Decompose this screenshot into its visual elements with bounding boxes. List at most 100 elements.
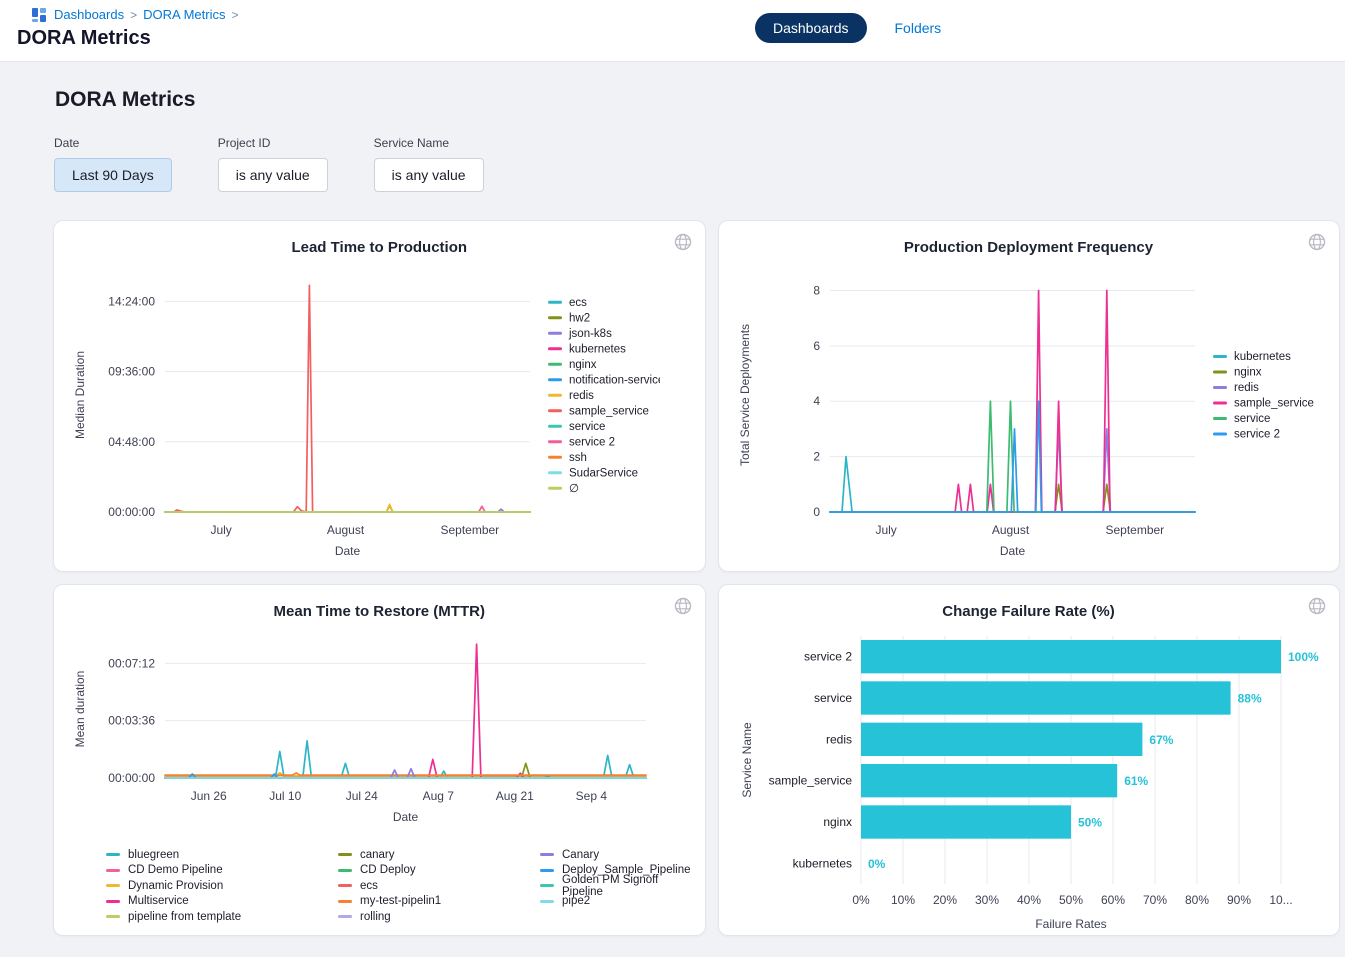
- x-axis-title: Date: [999, 544, 1025, 558]
- legend-label: sample_service: [569, 405, 649, 417]
- legend-label: ecs: [569, 297, 587, 309]
- bar-value-label: 100%: [1288, 650, 1319, 664]
- legend-label: bluegreen: [128, 849, 179, 861]
- legend-item[interactable]: pipeline from template: [106, 909, 338, 925]
- legend-item[interactable]: redis: [548, 390, 594, 402]
- legend-item[interactable]: service 2: [548, 436, 615, 448]
- legend-swatch: [548, 378, 562, 381]
- legend-label: Canary: [562, 849, 599, 861]
- bar-chart-svg: 0%10%20%30%40%50%60%70%80%90%10...servic…: [733, 626, 1325, 934]
- legend-label: Dynamic Provision: [128, 880, 223, 892]
- bar-service 2[interactable]: [861, 640, 1281, 673]
- legend-swatch: [540, 853, 554, 856]
- legend-item[interactable]: sample_service: [548, 405, 649, 417]
- panel-grid: Lead Time to Production 00:00:0004:48:00…: [53, 220, 1313, 936]
- legend-swatch: [548, 363, 562, 366]
- legend-item[interactable]: pipe2: [540, 894, 691, 910]
- legend-item[interactable]: Multiservice: [106, 894, 338, 910]
- legend-item[interactable]: SudarService: [548, 467, 638, 479]
- globe-icon-circle: [675, 599, 690, 614]
- legend-item[interactable]: ssh: [548, 452, 587, 464]
- legend-item[interactable]: canary: [338, 847, 540, 863]
- globe-icon-circle: [1309, 599, 1324, 614]
- x-axis-title: Date: [335, 544, 361, 558]
- legend-item[interactable]: ecs: [548, 297, 587, 309]
- legend-item[interactable]: rolling: [338, 909, 540, 925]
- legend-swatch: [548, 440, 562, 443]
- legend-item[interactable]: kubernetes: [548, 343, 626, 355]
- page-title: DORA Metrics: [17, 27, 1345, 50]
- x-tick-label: 40%: [1016, 893, 1040, 907]
- legend-label: service: [1234, 413, 1270, 425]
- legend-label: hw2: [569, 312, 590, 324]
- legend-label: pipeline from template: [128, 911, 241, 923]
- globe-icon[interactable]: [673, 596, 693, 616]
- tab-dashboards[interactable]: Dashboards: [755, 13, 867, 43]
- bar-service[interactable]: [861, 681, 1231, 714]
- filter-service-name-label: Service Name: [374, 136, 484, 150]
- legend-swatch: [106, 869, 120, 872]
- breadcrumb-dashboards-link[interactable]: Dashboards: [54, 7, 124, 22]
- legend-label: nginx: [1234, 367, 1262, 379]
- bar-sample_service[interactable]: [861, 764, 1117, 797]
- globe-icon-circle: [675, 235, 690, 250]
- legend-label: pipe2: [562, 895, 590, 907]
- globe-icon[interactable]: [1307, 232, 1327, 252]
- bar-nginx[interactable]: [861, 805, 1071, 838]
- legend-label: SudarService: [569, 467, 638, 479]
- legend-item[interactable]: hw2: [548, 312, 590, 324]
- legend-item[interactable]: Canary: [540, 847, 691, 863]
- legend-swatch: [548, 409, 562, 412]
- series-line-Multiservice: [165, 644, 646, 778]
- legend-swatch: [548, 425, 562, 428]
- tab-folders[interactable]: Folders: [895, 20, 942, 36]
- legend-label: redis: [1234, 382, 1259, 394]
- legend-swatch: [338, 900, 352, 903]
- x-tick-label: Jul 10: [269, 789, 301, 803]
- legend-label: service 2: [569, 436, 615, 448]
- y-axis-title: Total Service Deployments: [738, 324, 752, 466]
- legend-item[interactable]: Golden PM Signoff Pipeline: [540, 878, 691, 894]
- legend-swatch: [540, 869, 554, 872]
- legend-item[interactable]: Dynamic Provision: [106, 878, 338, 894]
- legend-item[interactable]: CD Demo Pipeline: [106, 863, 338, 879]
- legend-item[interactable]: redis: [1213, 382, 1259, 394]
- legend-item[interactable]: service: [548, 421, 605, 433]
- legend-item[interactable]: nginx: [1213, 367, 1262, 379]
- filter-project-id-value-button[interactable]: is any value: [218, 158, 328, 192]
- panel-mttr: Mean Time to Restore (MTTR) 00:00:0000:0…: [53, 584, 706, 936]
- x-tick-label: 10...: [1269, 893, 1292, 907]
- legend-item[interactable]: json-k8s: [548, 328, 612, 340]
- legend-item[interactable]: my-test-pipelin1: [338, 894, 540, 910]
- legend-item[interactable]: notification-service: [548, 374, 660, 386]
- legend-item[interactable]: nginx: [548, 359, 597, 371]
- filter-date-value-button[interactable]: Last 90 Days: [54, 158, 172, 192]
- legend-item[interactable]: bluegreen: [106, 847, 338, 863]
- legend-item[interactable]: kubernetes: [1213, 351, 1291, 363]
- legend-label: redis: [569, 390, 594, 402]
- legend-swatch: [548, 347, 562, 350]
- bar-redis[interactable]: [861, 723, 1142, 756]
- globe-icon[interactable]: [673, 232, 693, 252]
- legend-item[interactable]: ecs: [338, 878, 540, 894]
- legend-item[interactable]: ∅: [548, 483, 579, 495]
- legend-item[interactable]: service 2: [1213, 429, 1280, 441]
- legend-item[interactable]: service: [1213, 413, 1270, 425]
- legend-swatch: [1213, 386, 1227, 389]
- globe-icon[interactable]: [1307, 596, 1327, 616]
- legend-label: ∅: [569, 483, 579, 495]
- mttr-legend: bluegreen CD Demo PipelineDynamic Provisi…: [68, 847, 691, 925]
- x-axis-title: Failure Rates: [1035, 917, 1106, 931]
- filter-service-name-value-button[interactable]: is any value: [374, 158, 484, 192]
- legend-item[interactable]: CD Deploy: [338, 863, 540, 879]
- filter-project-id-label: Project ID: [218, 136, 328, 150]
- legend-label: service 2: [1234, 429, 1280, 441]
- legend-label: kubernetes: [569, 343, 626, 355]
- x-tick-label: July: [210, 523, 231, 537]
- breadcrumb-dora-metrics-link[interactable]: DORA Metrics: [143, 7, 225, 22]
- line-chart-svg: 02468JulyAugustSeptemberDateTotal Servic…: [733, 262, 1325, 560]
- line-chart-svg: 00:00:0000:03:3600:07:12Jun 26Jul 10Jul …: [68, 626, 660, 834]
- filter-bar: Date Last 90 Days Project ID is any valu…: [54, 136, 1313, 192]
- legend-item[interactable]: sample_service: [1213, 398, 1314, 410]
- lead-time-chart: 00:00:0004:48:0009:36:0014:24:00JulyAugu…: [68, 262, 691, 565]
